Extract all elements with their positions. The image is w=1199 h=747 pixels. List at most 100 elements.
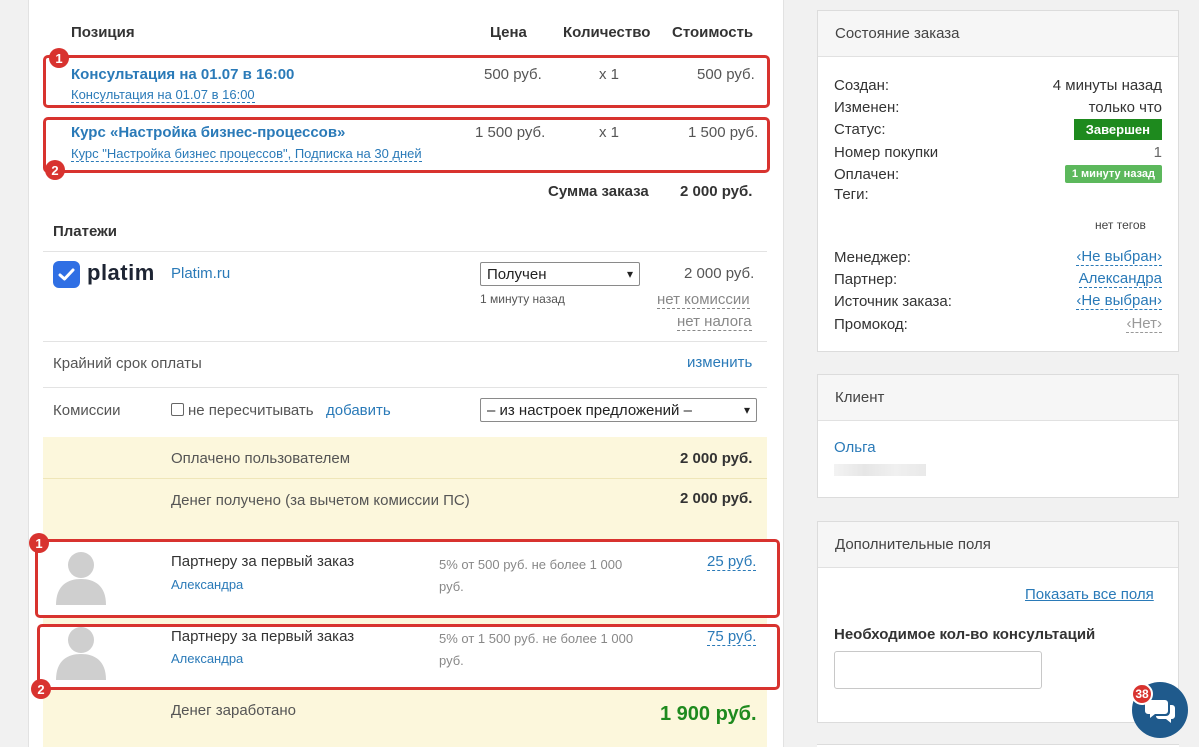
paid-by-user-value: 2 000 руб. — [680, 450, 753, 467]
partner-reward-desc: 5% от 1 500 руб. не более 1 000 руб. — [439, 631, 634, 668]
commissions-label: Комиссии — [53, 402, 121, 419]
client-name-link[interactable]: Ольга — [834, 439, 876, 456]
partner-reward-amount[interactable]: 75 руб. — [707, 628, 757, 646]
order-total-label: Сумма заказа — [548, 183, 649, 200]
payments-heading: Платежи — [53, 223, 117, 240]
created-value: 4 минуты назад — [1052, 76, 1162, 94]
payment-time: 1 минуту назад — [480, 292, 565, 306]
client-contact-redacted — [834, 464, 926, 476]
payment-status-select[interactable]: Получен ▾ — [480, 262, 640, 286]
deadline-label: Крайний срок оплаты — [53, 355, 202, 372]
add-commission-link[interactable]: добавить — [326, 402, 391, 419]
tags-value: нет тегов — [1095, 218, 1146, 232]
source-select-link[interactable]: ‹Не выбран› — [1076, 292, 1162, 310]
money-received-value: 2 000 руб. — [680, 490, 753, 507]
money-earned-label: Денег заработано — [171, 702, 296, 719]
purchase-label: Номер покупки — [834, 143, 939, 161]
paid-by-user-label: Оплачено пользователем — [171, 450, 351, 467]
partner-reward-desc: 5% от 500 руб. не более 1 000 руб. — [439, 557, 623, 594]
state-row-changed: Изменен: только что — [834, 96, 1162, 118]
show-all-fields-link[interactable]: Показать все поля — [1025, 586, 1154, 603]
consultations-field-label: Необходимое кол-во консультаций — [834, 626, 1096, 643]
manager-label: Менеджер: — [834, 248, 911, 266]
partner-select-link[interactable]: Александра — [1078, 270, 1162, 288]
divider — [43, 251, 767, 252]
no-recalc-label: не пересчитывать — [188, 402, 314, 419]
money-received-label: Денег получено (за вычетом комиссии ПС) — [171, 492, 470, 509]
changed-value: только что — [1088, 98, 1162, 116]
partner-avatar-icon — [54, 547, 108, 605]
item-offer-link[interactable]: Курс "Настройка бизнес процессов", Подпи… — [71, 146, 422, 162]
state-row-created: Создан: 4 минуты назад — [834, 74, 1162, 96]
purchase-value: 1 — [1153, 143, 1162, 161]
marker-badge: 1 — [29, 533, 49, 553]
client-heading: Клиент — [818, 375, 1178, 421]
client-panel: Клиент — [817, 374, 1179, 498]
state-row-purchase: Номер покупки 1 — [834, 141, 1162, 163]
platim-logo-icon — [53, 261, 80, 288]
partner-reward-amount[interactable]: 25 руб. — [707, 553, 757, 571]
state-row-source: Источник заказа: ‹Не выбран› — [834, 290, 1162, 312]
chat-unread-badge: 38 — [1131, 683, 1153, 705]
status-badge[interactable]: Завершен — [1073, 118, 1162, 140]
commission-source-value: – из настроек предложений – — [487, 401, 692, 419]
payment-tax-link[interactable]: нет налога — [677, 313, 752, 331]
changed-label: Изменен: — [834, 98, 900, 116]
col-header-qty: Количество — [563, 24, 651, 41]
payment-status-value: Получен — [487, 265, 547, 283]
money-earned-value: 1 900 руб. — [660, 703, 757, 725]
platim-logo-text: platim — [87, 260, 155, 285]
consultations-input[interactable] — [834, 651, 1042, 689]
col-header-position: Позиция — [71, 24, 135, 41]
item-offer-link[interactable]: Консультация на 01.07 в 16:00 — [71, 87, 255, 103]
col-header-cost: Стоимость — [672, 24, 754, 41]
marker-badge: 2 — [31, 679, 51, 699]
extra-fields-panel: Дополнительные поля — [817, 521, 1179, 723]
manager-select-link[interactable]: ‹Не выбран› — [1076, 248, 1162, 266]
partner-name-link[interactable]: Александра — [171, 577, 243, 592]
highlight-frame — [35, 539, 780, 618]
marker-badge: 2 — [45, 160, 65, 180]
state-row-paid: Оплачен: 1 минуту назад — [834, 163, 1162, 185]
marker-badge: 1 — [49, 48, 69, 68]
chevron-down-icon: ▾ — [626, 267, 633, 281]
partner-avatar-icon — [54, 622, 108, 680]
no-recalc-checkbox[interactable] — [171, 403, 184, 416]
state-row-promo: Промокод: ‹Нет› — [834, 313, 1162, 335]
tags-label: Теги: — [834, 186, 869, 203]
paid-label: Оплачен: — [834, 165, 900, 183]
divider — [43, 478, 767, 479]
order-total-value: 2 000 руб. — [680, 183, 753, 200]
provider-link[interactable]: Platim.ru — [171, 265, 230, 282]
payment-commission-link[interactable]: нет комиссии — [657, 291, 750, 309]
state-row-partner: Партнер: Александра — [834, 268, 1162, 290]
item-price: 500 руб. — [484, 66, 542, 83]
partner-label: Партнер: — [834, 270, 898, 288]
item-title-link[interactable]: Курс «Настройка бизнес-процессов» — [71, 124, 345, 141]
promo-label: Промокод: — [834, 315, 908, 333]
chevron-down-icon: ▾ — [743, 403, 750, 417]
partner-name-link[interactable]: Александра — [171, 651, 243, 666]
status-label: Статус: — [834, 120, 886, 138]
item-cost: 1 500 руб. — [688, 124, 759, 141]
col-header-price: Цена — [490, 24, 527, 41]
partner-reward-title: Партнеру за первый заказ — [171, 628, 355, 645]
item-cost: 500 руб. — [697, 66, 755, 83]
commission-source-select[interactable]: – из настроек предложений – ▾ — [480, 398, 757, 422]
deadline-edit-link[interactable]: изменить — [687, 354, 752, 371]
divider — [43, 387, 767, 388]
divider — [43, 341, 767, 342]
item-qty: x 1 — [599, 124, 620, 141]
state-row-manager: Менеджер: ‹Не выбран› — [834, 246, 1162, 268]
item-title-link[interactable]: Консультация на 01.07 в 16:00 — [71, 66, 294, 83]
item-qty: x 1 — [599, 66, 620, 83]
partner-reward-title: Партнеру за первый заказ — [171, 553, 355, 570]
promo-select-link[interactable]: ‹Нет› — [1126, 315, 1162, 333]
created-label: Создан: — [834, 76, 890, 94]
paid-badge: 1 минуту назад — [1064, 165, 1162, 183]
extra-fields-heading: Дополнительные поля — [818, 522, 1178, 568]
state-row-status: Статус: Завершен — [834, 118, 1162, 140]
payment-amount: 2 000 руб. — [684, 265, 755, 282]
item-price: 1 500 руб. — [475, 124, 546, 141]
source-label: Источник заказа: — [834, 292, 952, 310]
